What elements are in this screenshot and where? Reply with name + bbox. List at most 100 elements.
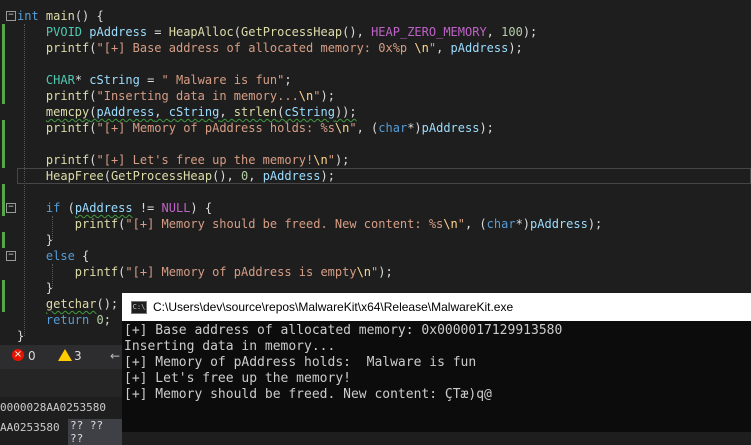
console-title-bar[interactable]: C:\ C:\Users\dev\source\repos\MalwareKit…	[122, 293, 751, 321]
code-token: 100	[501, 25, 523, 39]
code-line[interactable]: printf("[+] Memory should be freed. New …	[17, 216, 602, 232]
code-token: pAddress	[96, 105, 155, 119]
code-line[interactable]: CHAR* cString = " Malware is fun";	[17, 72, 602, 88]
code-line[interactable]	[17, 56, 602, 72]
code-token: pAddress	[89, 25, 148, 39]
memory-bytes: ?? ?? ??	[68, 419, 122, 445]
error-circle-icon[interactable]: ×	[12, 349, 24, 361]
code-token: (	[89, 153, 97, 167]
collapse-main-icon[interactable]	[6, 11, 16, 21]
code-token: strlen	[233, 105, 278, 119]
console-window[interactable]: C:\ C:\Users\dev\source\repos\MalwareKit…	[122, 293, 751, 432]
code-token: \n	[356, 265, 372, 279]
code-token: cString	[168, 105, 220, 119]
warning-triangle-icon[interactable]	[58, 349, 72, 361]
code-token: ));	[334, 105, 357, 119]
memory-window: 0000028AA0253580 AA0253580 ?? ?? ??	[0, 369, 122, 445]
code-token: "[+] Memory should be freed. New content…	[125, 217, 444, 231]
code-line[interactable]: printf("[+] Memory of pAddress is empty\…	[17, 264, 602, 280]
code-line[interactable]: memcpy(pAddress, cString, strlen(cString…	[17, 104, 602, 120]
code-token: 0	[96, 313, 104, 327]
code-line[interactable]: printf("Inserting data in memory...\n");	[17, 88, 602, 104]
code-token: *)	[407, 121, 422, 135]
code-token: "Inserting data in memory...	[96, 89, 299, 103]
code-token: (	[89, 121, 97, 135]
change-indicator-bar	[2, 184, 5, 216]
memory-window-header	[0, 369, 122, 397]
code-token: else	[45, 249, 75, 263]
code-token: ,	[486, 25, 502, 39]
code-line[interactable]: if (pAddress != NULL) {	[17, 200, 602, 216]
code-token: );	[320, 169, 335, 183]
console-line: Inserting data in memory...	[124, 339, 336, 354]
code-line[interactable]: printf("[+] Base address of allocated me…	[17, 40, 602, 56]
code-line[interactable]: printf("[+] Memory of pAddress holds: %s…	[17, 120, 602, 136]
code-line[interactable]: PVOID pAddress = HeapAlloc(GetProcessHea…	[17, 24, 602, 40]
code-token: printf	[74, 265, 119, 279]
code-token: "[+] Base address of allocated memory: 0…	[96, 41, 415, 55]
code-line[interactable]: printf("[+] Let's free up the memory!\n"…	[17, 152, 602, 168]
code-line[interactable]: else {	[17, 248, 602, 264]
code-token: PVOID	[45, 25, 83, 39]
code-token: "	[327, 153, 335, 167]
code-token: );	[587, 217, 603, 231]
code-token: pAddress	[421, 121, 480, 135]
code-token: "	[428, 41, 437, 55]
code-token: (),	[212, 169, 241, 183]
error-list-status: × 0 3 ←	[0, 345, 122, 369]
code-token: ,	[219, 105, 234, 119]
code-token: printf	[45, 153, 90, 167]
code-token: ,	[436, 41, 451, 55]
code-token: return	[45, 313, 90, 327]
code-token: pAddress	[262, 169, 321, 183]
code-token: HeapFree	[45, 169, 104, 183]
error-count[interactable]: 0	[28, 349, 36, 363]
console-app-icon: C:\	[131, 301, 147, 314]
code-line[interactable]	[17, 136, 602, 152]
code-token: =	[139, 73, 162, 87]
left-arrow-icon[interactable]: ←	[110, 349, 120, 363]
code-token: }	[17, 329, 25, 343]
code-token: "	[349, 121, 357, 135]
code-line[interactable]: }	[17, 232, 602, 248]
code-token: main	[45, 9, 75, 23]
code-token: GetProcessHeap	[110, 169, 213, 183]
code-line[interactable]	[17, 184, 602, 200]
code-token: );	[522, 25, 538, 39]
code-token: ;	[103, 313, 111, 327]
memory-address: 0000028AA0253580	[0, 401, 106, 414]
code-token: !=	[132, 201, 162, 215]
code-token: {	[74, 249, 90, 263]
code-token: (	[89, 41, 97, 55]
code-token: char	[378, 121, 408, 135]
console-title: C:\Users\dev\source\repos\MalwareKit\x64…	[153, 300, 514, 314]
code-line[interactable]: HeapFree(GetProcessHeap(), 0, pAddress);	[17, 168, 602, 184]
code-token: printf	[45, 41, 90, 55]
code-line[interactable]: int main() {	[17, 8, 602, 24]
code-token: HEAP_ZERO_MEMORY	[371, 25, 487, 39]
warning-count[interactable]: 3	[74, 349, 82, 363]
code-token: printf	[45, 121, 90, 135]
collapse-else-icon[interactable]	[6, 251, 16, 261]
code-token: (),	[342, 25, 372, 39]
code-token: );	[320, 89, 335, 103]
code-token: printf	[45, 89, 90, 103]
change-indicator-bar	[2, 232, 5, 248]
code-token: =	[147, 25, 169, 39]
code-token: (	[233, 25, 242, 39]
collapse-if-icon[interactable]	[6, 203, 16, 213]
code-token: ;	[284, 73, 292, 87]
code-token: \n	[298, 89, 314, 103]
console-line: [+] Base address of allocated memory: 0x…	[124, 323, 563, 338]
code-token: pAddress	[450, 41, 509, 55]
code-token: );	[479, 121, 494, 135]
